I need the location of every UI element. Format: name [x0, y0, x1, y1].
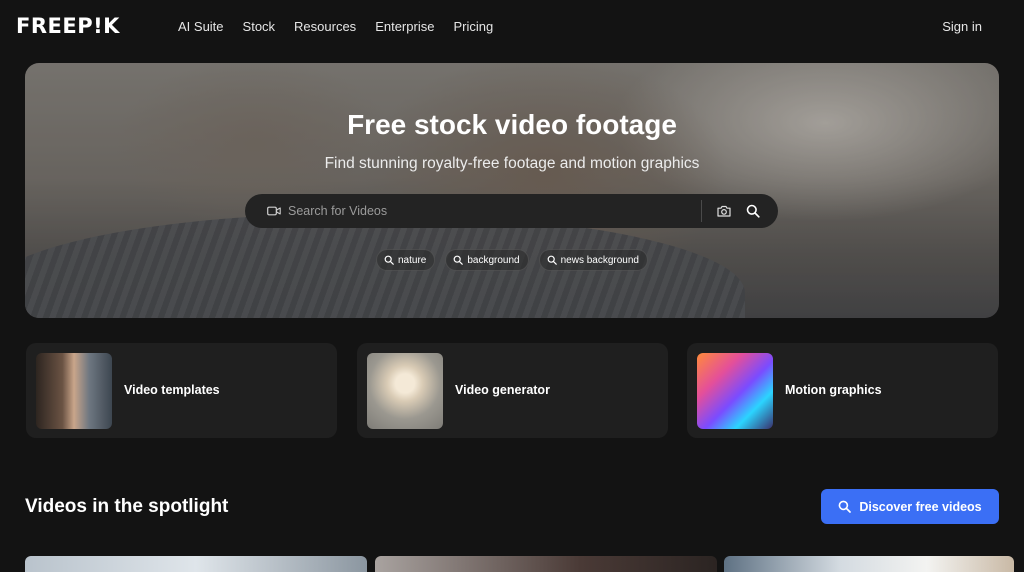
search-icon [453, 255, 464, 265]
chip-background[interactable]: background [445, 249, 529, 271]
card-label: Video generator [455, 383, 550, 397]
nav-stock[interactable]: Stock [243, 19, 276, 34]
nav-ai-suite[interactable]: AI Suite [178, 19, 224, 34]
button-label: Discover free videos [859, 499, 982, 514]
discover-free-videos-button[interactable]: Discover free videos [821, 489, 999, 524]
colorful-profile-thumbnail [697, 353, 773, 429]
card-motion-graphics[interactable]: Motion graphics [687, 343, 998, 438]
card-video-generator[interactable]: Video generator [357, 343, 668, 438]
chip-label: news background [560, 254, 639, 266]
nav-enterprise[interactable]: Enterprise [375, 19, 434, 34]
search-divider [701, 200, 702, 222]
section-title: Videos in the spotlight [25, 496, 229, 517]
camera-icon[interactable] [717, 205, 731, 217]
video-thumbnail[interactable] [375, 556, 717, 572]
white-flower-thumbnail [367, 353, 443, 429]
search-input[interactable] [288, 201, 688, 221]
search-icon [384, 255, 394, 265]
search-bar [245, 194, 778, 228]
main-nav: AI Suite Stock Resources Enterprise Pric… [178, 19, 493, 34]
search-icon [838, 500, 852, 513]
suggestion-chips: nature background news background [25, 249, 999, 271]
woman-glitch-thumbnail [36, 353, 112, 429]
chip-news-background[interactable]: news background [538, 249, 648, 271]
video-thumbnail[interactable] [724, 556, 1014, 572]
card-label: Video templates [124, 383, 220, 397]
freepik-logo[interactable]: FREEP!K [16, 14, 120, 38]
chip-nature[interactable]: nature [375, 249, 436, 271]
video-thumbnail[interactable] [25, 556, 367, 572]
top-nav-bar: FREEP!K AI Suite Stock Resources Enterpr… [0, 0, 1024, 54]
nav-resources[interactable]: Resources [294, 19, 356, 34]
hero-title: Free stock video footage [347, 109, 677, 140]
chip-label: nature [397, 254, 427, 266]
hero-subtitle: Find stunning royalty-free footage and m… [324, 155, 700, 172]
card-video-templates[interactable]: Video templates [26, 343, 337, 438]
nav-pricing[interactable]: Pricing [453, 19, 493, 34]
hero-banner: Free stock video footage Find stunning r… [25, 63, 999, 318]
sign-in-link[interactable]: Sign in [942, 19, 982, 34]
search-icon[interactable] [746, 204, 760, 218]
chip-label: background [467, 254, 520, 266]
search-icon [547, 255, 557, 265]
video-camera-icon[interactable] [267, 205, 281, 217]
card-label: Motion graphics [785, 383, 882, 397]
